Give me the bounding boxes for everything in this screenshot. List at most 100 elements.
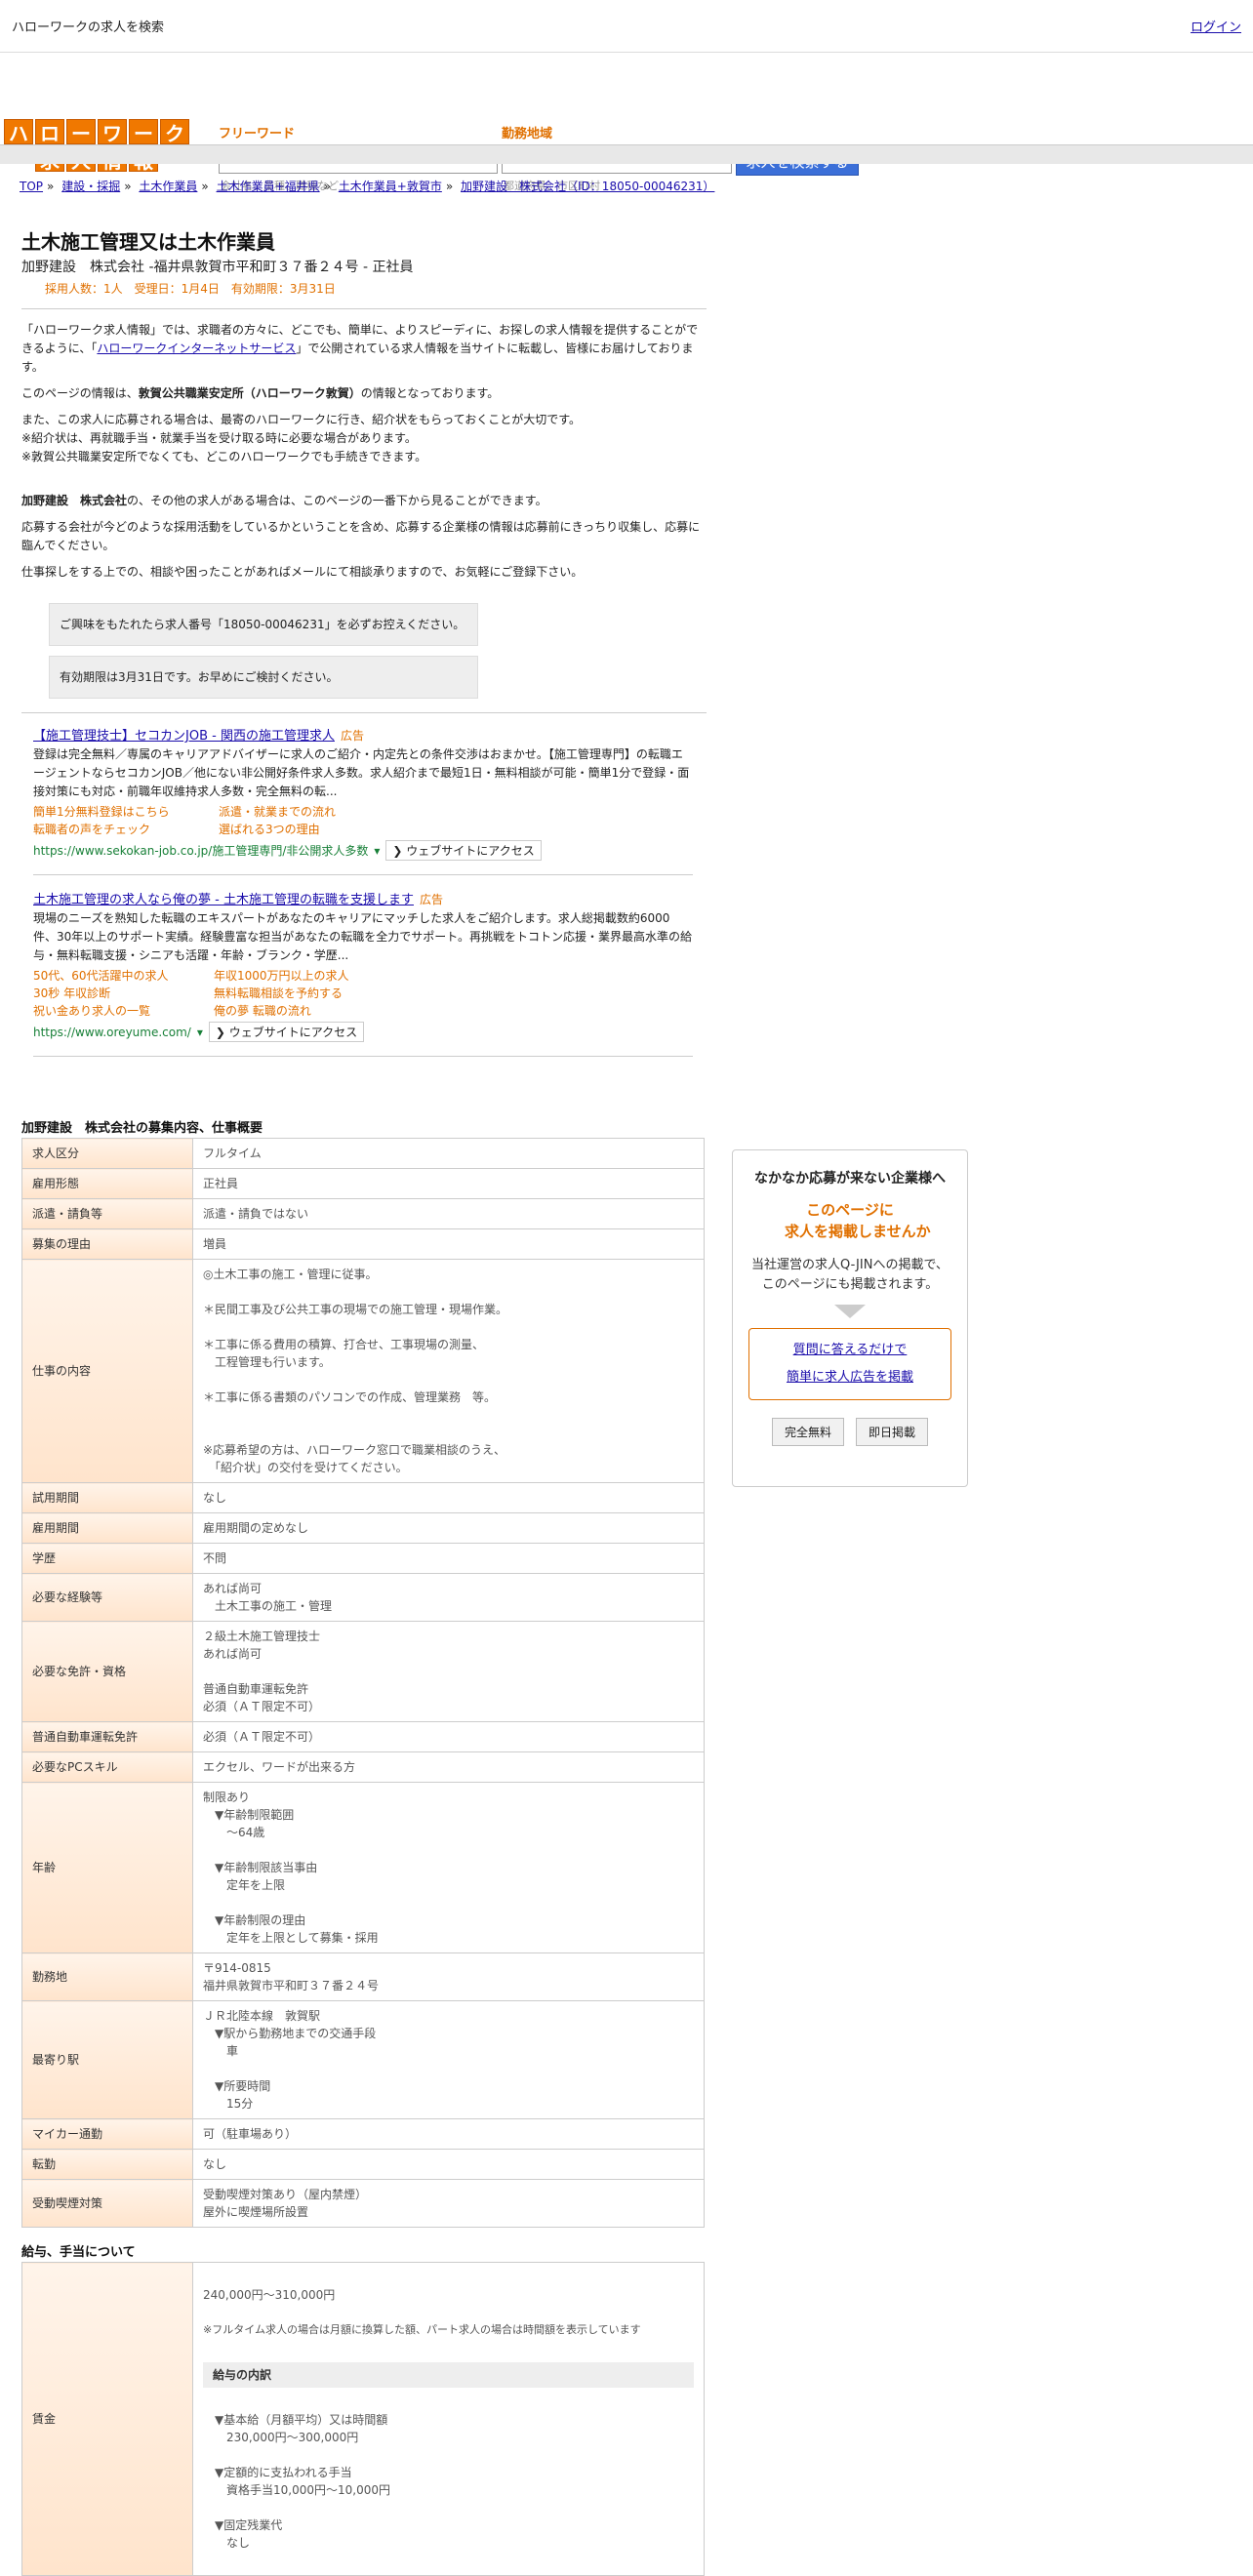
table-row: 最寄り駅 ＪＲ北陸本線 敦賀駅 ▼駅から勤務地までの交通手段 車 ▼所要時間 15…	[21, 2000, 705, 2119]
breadcrumb-item[interactable]: 建設・採掘	[61, 180, 120, 193]
ad-title[interactable]: 【施工管理技士】セコカンJOB - 関西の施工管理求人	[33, 729, 335, 744]
advertise-link[interactable]: 質問に答えるだけで	[793, 1343, 908, 1357]
ad-tag: 広告	[419, 893, 443, 906]
visit-website-button[interactable]: ❯ ウェブサイトにアクセス	[208, 1022, 365, 1042]
login-link[interactable]: ログイン	[1191, 17, 1241, 35]
visit-website-button[interactable]: ❯ ウェブサイトにアクセス	[385, 840, 542, 861]
row-key: 受動喫煙対策	[21, 2179, 193, 2228]
row-key: 試用期間	[21, 1482, 193, 1513]
row-value: あれば尚可 土木工事の施工・管理	[192, 1573, 705, 1622]
breadcrumb-item[interactable]: 土木作業員+福井県	[217, 180, 320, 193]
arrow-down-icon	[834, 1305, 866, 1318]
advertise-box: なかなか応募が来ない企業様へ このページに 求人を掲載しませんか 当社運営の求人…	[732, 1149, 968, 1487]
advertise-heading: なかなか応募が来ない企業様へ	[754, 1171, 946, 1187]
details-table: 求人区分 フルタイム 雇用形態 正社員 派遣・請負等 派遣・請負ではない 募集の理由 増員 仕事…	[21, 1138, 705, 2228]
salary-breakdown: ▼基本給（月額平均）又は時間額 230,000円〜300,000円 ▼定額的に支…	[215, 2413, 390, 2550]
salary-heading: 給与、手当について	[21, 2245, 136, 2260]
salary-breakdown-heading: 給与の内訳	[203, 2362, 694, 2388]
intro-company: 加野建設 株式会社の、その他の求人がある場合は、このページの一番下から見ることが…	[21, 494, 547, 507]
intro-notes: また、この求人に応募される場合は、最寄のハローワークに行き、紹介状をもらっておく…	[21, 413, 582, 463]
row-value: フルタイム	[192, 1138, 705, 1169]
chevron-down-icon[interactable]: ▾	[197, 1026, 203, 1039]
header: ハ ロ ー ワ ー ク 求 人 情 報 フリーワード 会社名、業種、職種など 勤…	[0, 53, 1253, 192]
area-label: 勤務地域	[502, 127, 553, 141]
logo-char: ハ	[4, 119, 33, 145]
job-title: 土木施工管理又は土木作業員	[21, 230, 275, 254]
intro-contact: 仕事探しをする上での、相談や困ったことがあればメールにて相談承りますので、お気軽…	[21, 565, 584, 579]
ad-sitelink[interactable]: 転職者の声をチェック	[33, 821, 219, 838]
chevron-right-icon: ❯	[392, 844, 407, 858]
logo-char: ク	[160, 119, 189, 145]
intro-advice: 応募する会社が今どのような採用活動をしているかということを含め、応募する企業様の…	[21, 520, 701, 552]
table-row: マイカー通勤 可（駐車場あり）	[21, 2118, 705, 2150]
table-row: 求人区分 フルタイム	[21, 1138, 705, 1169]
hellowork-link[interactable]: ハローワークインターネットサービス	[97, 342, 296, 355]
row-key: マイカー通勤	[21, 2118, 193, 2150]
table-row: 必要な経験等 あれば尚可 土木工事の施工・管理	[21, 1573, 705, 1622]
ad-sitelink[interactable]: 簡単1分無料登録はこちら	[33, 803, 219, 821]
ad-tag: 広告	[340, 729, 364, 743]
row-key: 普通自動車運転免許	[21, 1721, 193, 1752]
row-value: 派遣・請負ではない	[192, 1198, 705, 1229]
row-value: 正社員	[192, 1168, 705, 1199]
ad-description: 現場のニーズを熟知した転職のエキスパートがあなたのキャリアにマッチした求人をご紹…	[33, 911, 693, 962]
breadcrumb-item[interactable]: 土木作業員	[139, 180, 197, 193]
table-row: 受動喫煙対策 受動喫煙対策あり（屋内禁煙） 屋外に喫煙場所設置	[21, 2179, 705, 2228]
table-row: 必要な免許・資格 ２級土木施工管理技士 あれば尚可 普通自動車運転免許 必須（ＡＴ…	[21, 1621, 705, 1722]
ad-sitelink[interactable]: 50代、60代活躍中の求人	[33, 967, 214, 985]
row-value: 制限あり ▼年齢制限範囲 ～64歳 ▼年齢制限該当事由 定年を上限 ▼年齢制限の…	[192, 1782, 705, 1953]
row-key: 必要な経験等	[21, 1573, 193, 1622]
table-row: 試用期間 なし	[21, 1482, 705, 1513]
table-row: 賃金 240,000円〜310,000円 ※フルタイム求人の場合は月額に換算した…	[21, 2262, 705, 2576]
ad-sitelink[interactable]: 祝い金あり求人の一覧	[33, 1002, 214, 1020]
breadcrumb-item[interactable]: TOP	[20, 180, 43, 193]
row-key: 雇用形態	[21, 1168, 193, 1199]
row-key: 年齢	[21, 1782, 193, 1953]
chevron-down-icon[interactable]: ▾	[374, 844, 380, 858]
table-row: 雇用形態 正社員	[21, 1168, 705, 1199]
advertise-link[interactable]: 簡単に求人広告を掲載	[787, 1370, 913, 1385]
breadcrumb-item[interactable]: 土木作業員+敦賀市	[339, 180, 442, 193]
notice-job-number: ご興味をもたれたら求人番号「18050-00046231」を必ずお控えください。	[49, 603, 478, 646]
table-row: 募集の理由 増員	[21, 1228, 705, 1260]
table-row: 転勤 なし	[21, 2149, 705, 2180]
ad-description: 登録は完全無料／専属のキャリアアドバイザーに求人のご紹介・内定先との条件交渉はお…	[33, 747, 690, 798]
ad-sitelink[interactable]: 選ばれる3つの理由	[219, 821, 414, 838]
divider-bar	[0, 144, 1253, 164]
logo-char: ー	[129, 119, 158, 145]
row-key: 転勤	[21, 2149, 193, 2180]
row-key: 学歴	[21, 1543, 193, 1574]
logo-char: ワ	[98, 119, 127, 145]
ad-sitelink[interactable]: 30秒 年収診断	[33, 985, 214, 1002]
table-row: 派遣・請負等 派遣・請負ではない	[21, 1198, 705, 1229]
ad-sitelink[interactable]: 年収1000万円以上の求人	[214, 967, 409, 985]
row-value: なし	[192, 1482, 705, 1513]
table-row: 勤務地 〒914-0815 福井県敦賀市平和町３７番２４号	[21, 1952, 705, 2001]
ad-sitelink[interactable]: 派遣・就業までの流れ	[219, 803, 414, 821]
ad-sitelink[interactable]: 俺の夢 転職の流れ	[214, 1002, 409, 1020]
intro-source: このページの情報は、敦賀公共職業安定所（ハローワーク敦賀）の情報となっております…	[21, 386, 500, 400]
row-value: ◎土木工事の施工・管理に従事。 ＊民間工事及び公共工事の現場での施工管理・現場作…	[192, 1259, 705, 1483]
breadcrumb-item[interactable]: 加野建設 株式会社（ID：18050-00046231）	[461, 180, 714, 193]
ad-url[interactable]: https://www.oreyume.com/	[33, 1026, 191, 1039]
row-value: なし	[192, 2149, 705, 2180]
row-value: 必須（ＡＴ限定不可）	[192, 1721, 705, 1752]
ad-sitelink[interactable]: 無料転職相談を予約する	[214, 985, 409, 1002]
ad-url[interactable]: https://www.sekokan-job.co.jp/施工管理専門/非公開…	[33, 842, 368, 859]
row-key: 募集の理由	[21, 1228, 193, 1260]
table-row: 雇用期間 雇用期間の定めなし	[21, 1512, 705, 1544]
free-badge: 完全無料	[771, 1418, 844, 1446]
ad-title[interactable]: 土木施工管理の求人なら俺の夢 - 土木施工管理の転職を支援します	[33, 893, 414, 907]
salary-range: 240,000円〜310,000円	[203, 2288, 336, 2302]
row-key: 賃金	[21, 2262, 193, 2576]
row-value: 可（駐車場あり）	[192, 2118, 705, 2150]
ad-block: 【施工管理技士】セコカンJOB - 関西の施工管理求人 広告 登録は完全無料／専属…	[33, 725, 693, 875]
row-value: 不問	[192, 1543, 705, 1574]
job-subtitle: 加野建設 株式会社 -福井県敦賀市平和町３７番２４号 - 正社員	[21, 260, 414, 275]
main-content: 土木施工管理又は土木作業員 加野建設 株式会社 -福井県敦賀市平和町３７番２４号…	[21, 226, 707, 2576]
details-heading: 加野建設 株式会社の募集内容、仕事概要	[21, 1121, 263, 1136]
row-value: ２級土木施工管理技士 あれば尚可 普通自動車運転免許 必須（ＡＴ限定不可）	[192, 1621, 705, 1722]
row-value: 増員	[192, 1228, 705, 1260]
table-row: 必要なPCスキル エクセル、ワードが出来る方	[21, 1751, 705, 1783]
intro-paragraph: 「ハローワーク求人情報」では、求職者の方々に、どこでも、簡単に、よりスピーディに…	[21, 323, 699, 374]
